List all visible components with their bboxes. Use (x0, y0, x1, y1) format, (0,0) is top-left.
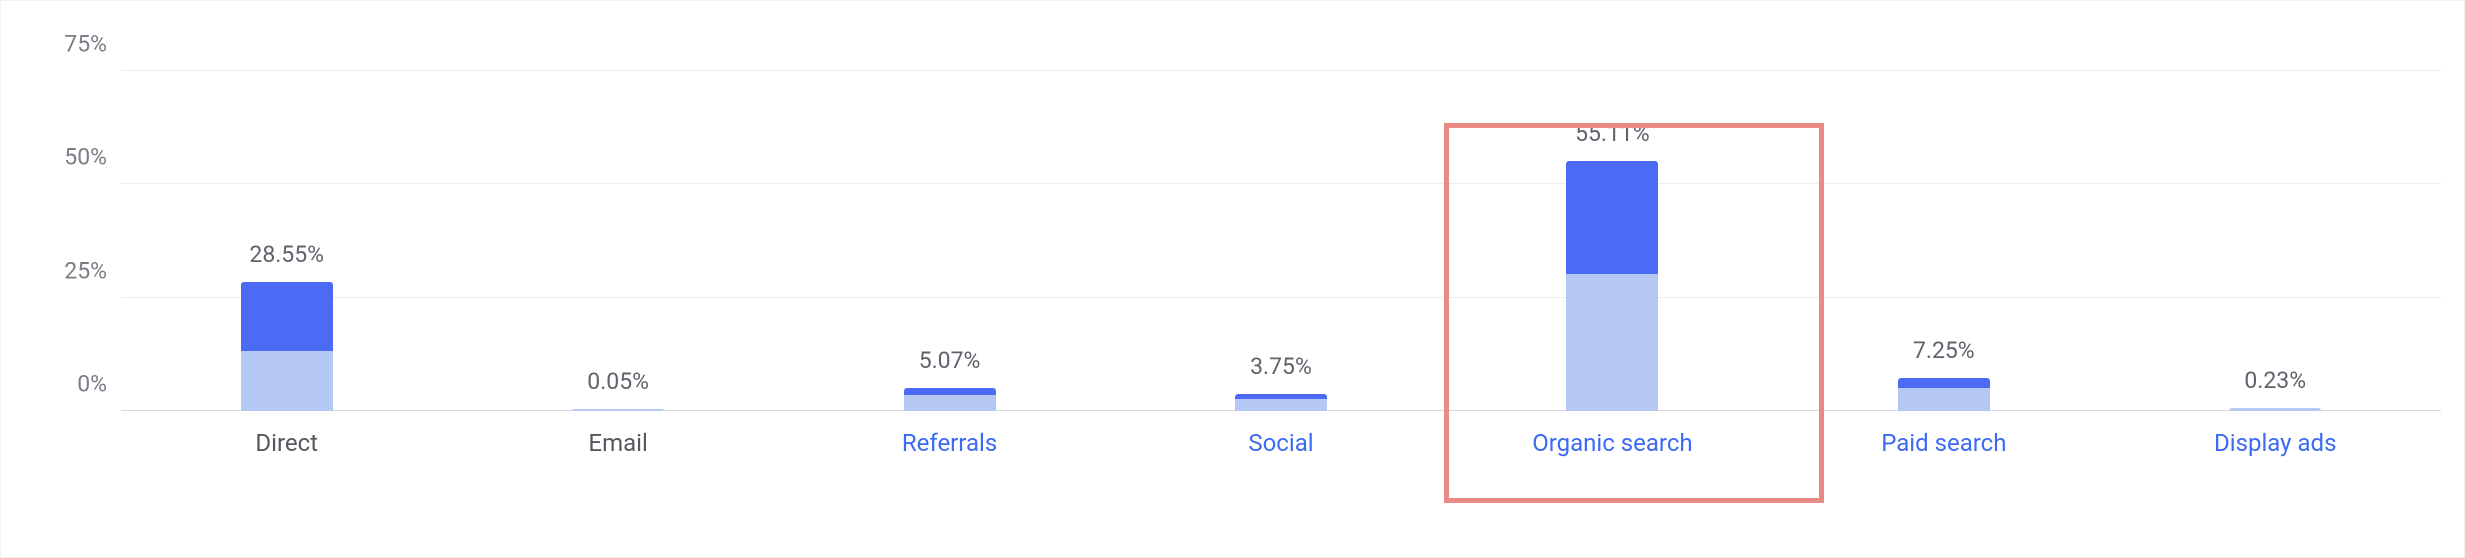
bar-display-ads-stack[interactable]: 0.23% (2229, 408, 2321, 411)
bar-email: 0.05% (452, 71, 783, 411)
x-cat-display-ads[interactable]: Display ads (2110, 423, 2441, 457)
y-tick-50: 50% (64, 144, 107, 171)
bar-organic-search-seg-dark (1566, 161, 1658, 273)
x-cat-paid-search[interactable]: Paid search (1778, 423, 2109, 457)
bar-direct: 28.55% (121, 71, 452, 411)
bar-email-stack[interactable]: 0.05% (572, 409, 664, 411)
bar-paid-search: 7.25% (1778, 71, 2109, 411)
bar-direct-value: 28.55% (249, 241, 324, 268)
bar-email-seg-light (572, 409, 664, 411)
bar-social-seg-light (1235, 399, 1327, 411)
y-tick-0: 0% (77, 371, 107, 398)
bar-organic-search-stack[interactable]: 55.11% (1566, 161, 1658, 411)
bar-organic-search-value: 55.11% (1575, 120, 1650, 147)
x-cat-social[interactable]: Social (1115, 423, 1446, 457)
traffic-sources-chart: 0% 25% 50% 75% 28.55% 0.05% 5.0 (0, 0, 2465, 558)
bar-social-stack[interactable]: 3.75% (1235, 394, 1327, 411)
bar-display-ads-value: 0.23% (2244, 367, 2306, 394)
bar-paid-search-stack[interactable]: 7.25% (1898, 378, 1990, 411)
x-cat-direct: Direct (121, 423, 452, 457)
x-cat-referrals[interactable]: Referrals (784, 423, 1115, 457)
bar-direct-stack[interactable]: 28.55% (241, 282, 333, 411)
bar-paid-search-seg-light (1898, 388, 1990, 411)
x-axis-labels: Direct Email Referrals Social Organic se… (121, 423, 2441, 457)
bar-direct-seg-light (241, 351, 333, 411)
bar-referrals-stack[interactable]: 5.07% (904, 388, 996, 411)
y-tick-25: 25% (64, 257, 107, 284)
bar-direct-seg-dark (241, 282, 333, 352)
bars-container: 28.55% 0.05% 5.07% (121, 71, 2441, 411)
bar-referrals-value: 5.07% (919, 347, 981, 374)
bar-organic-search-seg-light (1566, 274, 1658, 411)
bar-paid-search-value: 7.25% (1913, 337, 1975, 364)
y-tick-75: 75% (64, 31, 107, 58)
bar-email-value: 0.05% (587, 368, 649, 395)
plot-area: 0% 25% 50% 75% 28.55% 0.05% 5.0 (121, 71, 2441, 411)
bar-referrals-seg-dark (904, 388, 996, 395)
bar-social: 3.75% (1115, 71, 1446, 411)
x-cat-email: Email (452, 423, 783, 457)
x-cat-organic-search[interactable]: Organic search (1447, 423, 1778, 457)
bar-display-ads-seg-light (2229, 408, 2321, 411)
bar-referrals: 5.07% (784, 71, 1115, 411)
bar-referrals-seg-light (904, 395, 996, 411)
bar-organic-search: 55.11% (1447, 71, 1778, 411)
bar-social-value: 3.75% (1250, 353, 1312, 380)
bar-display-ads: 0.23% (2110, 71, 2441, 411)
bar-paid-search-seg-dark (1898, 378, 1990, 388)
